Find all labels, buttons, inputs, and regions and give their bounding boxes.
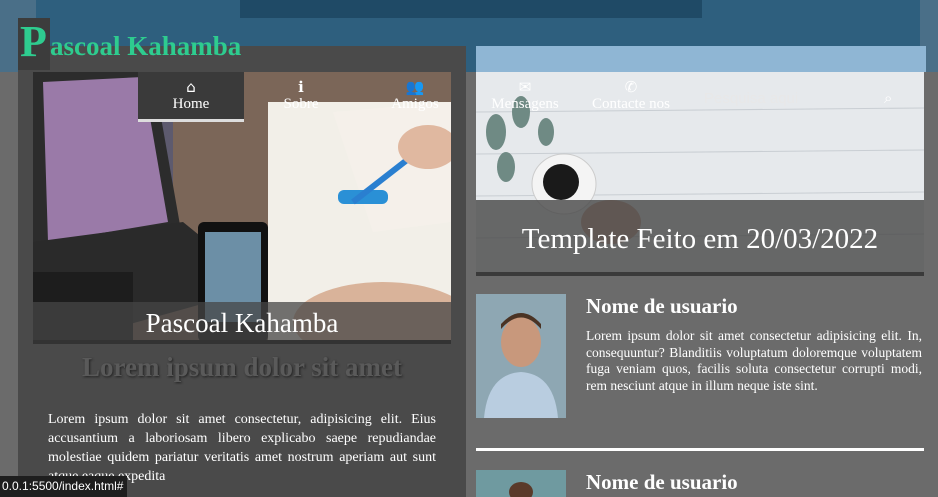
avatar bbox=[476, 294, 566, 418]
nav-label: Sobre bbox=[283, 96, 319, 112]
nav-item-contacte-nos[interactable]: ✆ Contacte nos bbox=[578, 72, 684, 122]
hero-caption: Pascoal Kahamba bbox=[33, 302, 451, 344]
envelope-icon: ✉ bbox=[518, 78, 532, 96]
user-description: Lorem ipsum dolor sit amet consectetur a… bbox=[586, 328, 922, 393]
nav-label: Amigos bbox=[391, 96, 439, 112]
header-light-band bbox=[476, 46, 926, 72]
home-icon: ⌂ bbox=[186, 78, 196, 96]
body-paragraph: Lorem ipsum dolor sit amet consectetur, … bbox=[48, 412, 436, 484]
phone-icon: ✆ bbox=[624, 78, 638, 96]
user-card-divider bbox=[476, 448, 924, 451]
user-card: Nome de usuario Lorem ipsum dolor sit am… bbox=[476, 294, 924, 424]
logo-text: ascoal Kahamba bbox=[50, 31, 242, 61]
header-inner-band bbox=[240, 0, 702, 18]
nav-item-sobre[interactable]: ℹ Sobre bbox=[244, 72, 358, 122]
right-hero-caption: Template Feito em 20/03/2022 bbox=[476, 200, 924, 272]
user-card: Nome de usuario bbox=[476, 470, 924, 497]
nav-label: Home bbox=[172, 96, 210, 112]
nav-item-home[interactable]: ⌂ Home bbox=[138, 72, 244, 122]
main-nav: ⌂ Home ℹ Sobre 👥 Amigos ✉ Mensagens ✆ Co… bbox=[138, 72, 924, 124]
users-icon: 👥 bbox=[405, 78, 425, 96]
user-name: Nome de usuario bbox=[586, 294, 738, 318]
user-name: Nome de usuario bbox=[586, 470, 738, 494]
logo-initial: P bbox=[20, 17, 47, 66]
brand-logo[interactable]: P ascoal Kahamba bbox=[18, 18, 241, 70]
status-bar-url: 0.0.1:5500/index.html# bbox=[0, 476, 128, 497]
logo-initial-box: P bbox=[18, 18, 50, 70]
right-hero-divider bbox=[476, 272, 924, 276]
search-icon[interactable]: ⌕ bbox=[884, 89, 892, 107]
avatar bbox=[476, 470, 566, 497]
search-input[interactable] bbox=[704, 89, 884, 107]
nav-label: Mensagens bbox=[491, 96, 559, 112]
hero-divider bbox=[33, 340, 451, 344]
nav-item-amigos[interactable]: 👥 Amigos bbox=[358, 72, 472, 122]
info-icon: ℹ bbox=[298, 78, 304, 96]
search-bar: ⌕ bbox=[704, 84, 924, 112]
section-title: Lorem ipsum dolor sit amet bbox=[82, 352, 402, 382]
nav-item-mensagens[interactable]: ✉ Mensagens bbox=[472, 72, 578, 122]
nav-label: Contacte nos bbox=[592, 96, 670, 112]
